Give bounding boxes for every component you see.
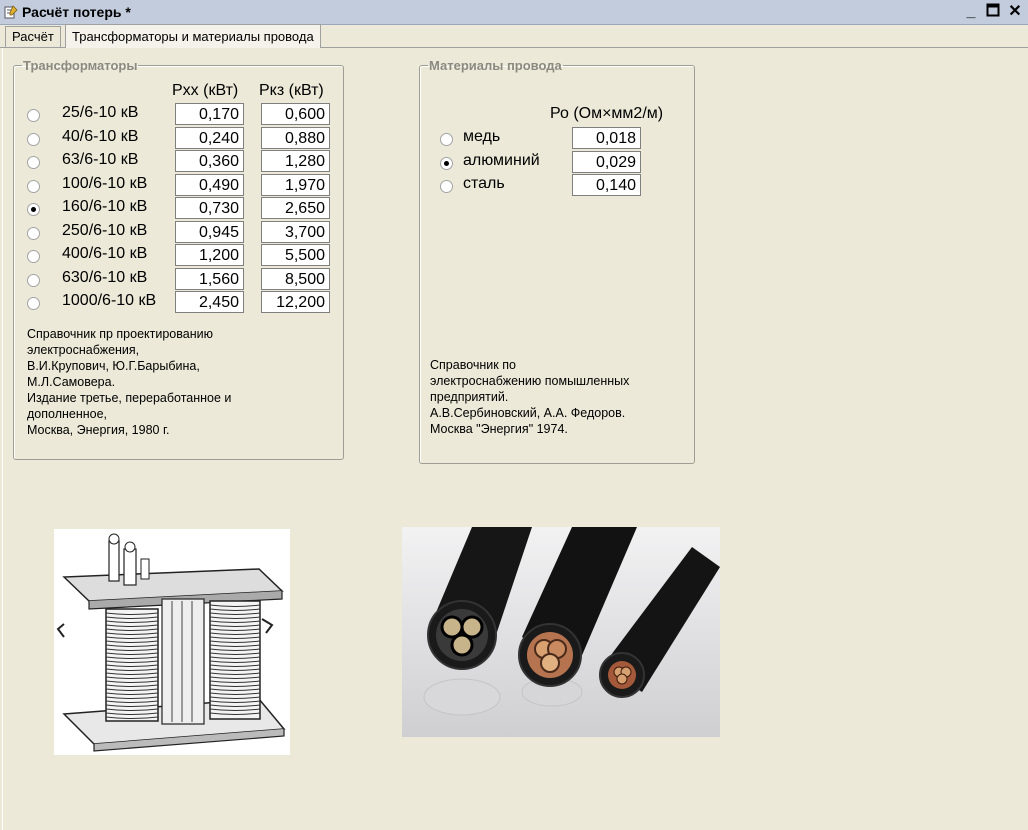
app-icon	[4, 5, 18, 19]
pkz-field[interactable]: 2,650	[261, 197, 330, 219]
transformer-radio[interactable]	[27, 250, 40, 263]
transformer-label: 630/6-10 кВ	[62, 268, 148, 286]
transformers-group-title: Трансформаторы	[23, 58, 138, 73]
pxx-field[interactable]: 0,945	[175, 220, 244, 243]
ro-column-header: Ро (Ом×мм2/м)	[550, 105, 664, 122]
minimize-button[interactable]: _	[962, 3, 980, 21]
transformer-radio[interactable]	[27, 156, 40, 169]
tab-raschet[interactable]: Расчёт	[5, 26, 61, 47]
pxx-field[interactable]: 0,360	[175, 150, 244, 172]
transformer-label: 63/6-10 кВ	[62, 151, 139, 168]
pkz-field[interactable]: 0,600	[261, 103, 330, 125]
pxx-field[interactable]: 0,490	[175, 173, 244, 196]
transformer-label: 160/6-10 кВ	[62, 198, 148, 215]
close-button[interactable]: ✕	[1006, 3, 1024, 21]
transformers-reference: Справочник пр проектированию электроснаб…	[27, 327, 232, 437]
pkz-field[interactable]: 0,880	[261, 126, 330, 149]
materials-group-title: Материалы провода	[429, 58, 562, 73]
pkz-field[interactable]: 3,700	[261, 220, 330, 243]
pxx-column-header: Pxx (кВт)	[172, 82, 239, 99]
materials-reference: Справочник по электроснабжению помышленн…	[430, 358, 630, 436]
transformer-label: 100/6-10 кВ	[62, 174, 148, 192]
pxx-field[interactable]: 1,200	[175, 244, 244, 266]
maximize-button[interactable]	[984, 3, 1002, 21]
transformer-radio[interactable]	[27, 226, 40, 240]
pkz-field[interactable]: 8,500	[261, 267, 330, 290]
transformer-radio[interactable]	[27, 297, 40, 310]
transformer-radio[interactable]	[27, 132, 40, 146]
transformer-label: 400/6-10 кВ	[62, 245, 148, 262]
pxx-field[interactable]: 0,170	[175, 103, 244, 125]
material-label: сталь	[463, 175, 505, 192]
pkz-field[interactable]: 1,280	[261, 150, 330, 172]
material-label: алюминий	[463, 151, 540, 169]
ro-field[interactable]: 0,140	[572, 174, 641, 196]
cables-image	[402, 527, 720, 737]
ro-field[interactable]: 0,018	[572, 127, 641, 149]
pkz-column-header: Pкз (кВт)	[259, 82, 324, 99]
material-radio[interactable]	[440, 180, 453, 193]
maximize-icon	[986, 3, 1000, 17]
ro-field[interactable]: 0,029	[572, 150, 641, 173]
pkz-field[interactable]: 12,200	[261, 291, 330, 313]
transformer-radio[interactable]	[27, 203, 40, 216]
transformer-radio[interactable]	[27, 109, 40, 122]
material-label: медь	[463, 128, 501, 145]
window-title: Расчёт потерь *	[22, 4, 131, 20]
pxx-field[interactable]: 2,450	[175, 291, 244, 313]
transformer-image	[54, 529, 290, 755]
transformer-label: 40/6-10 кВ	[62, 127, 139, 145]
transformer-radio[interactable]	[27, 179, 40, 193]
pkz-field[interactable]: 5,500	[261, 244, 330, 266]
transformer-label: 25/6-10 кВ	[62, 104, 139, 121]
transformer-radio[interactable]	[27, 273, 40, 287]
pxx-field[interactable]: 0,730	[175, 197, 244, 219]
transformer-label: 250/6-10 кВ	[62, 221, 148, 239]
material-radio[interactable]	[440, 156, 453, 170]
pxx-field[interactable]: 0,240	[175, 126, 244, 149]
title-bar: Расчёт потерь * _ ✕	[0, 0, 1028, 25]
tab-transformers-materials[interactable]: Трансформаторы и материалы провода	[65, 24, 321, 48]
pkz-field[interactable]: 1,970	[261, 173, 330, 196]
pxx-field[interactable]: 1,560	[175, 267, 244, 290]
transformer-label: 1000/6-10 кВ	[62, 292, 157, 309]
material-radio[interactable]	[440, 133, 453, 146]
